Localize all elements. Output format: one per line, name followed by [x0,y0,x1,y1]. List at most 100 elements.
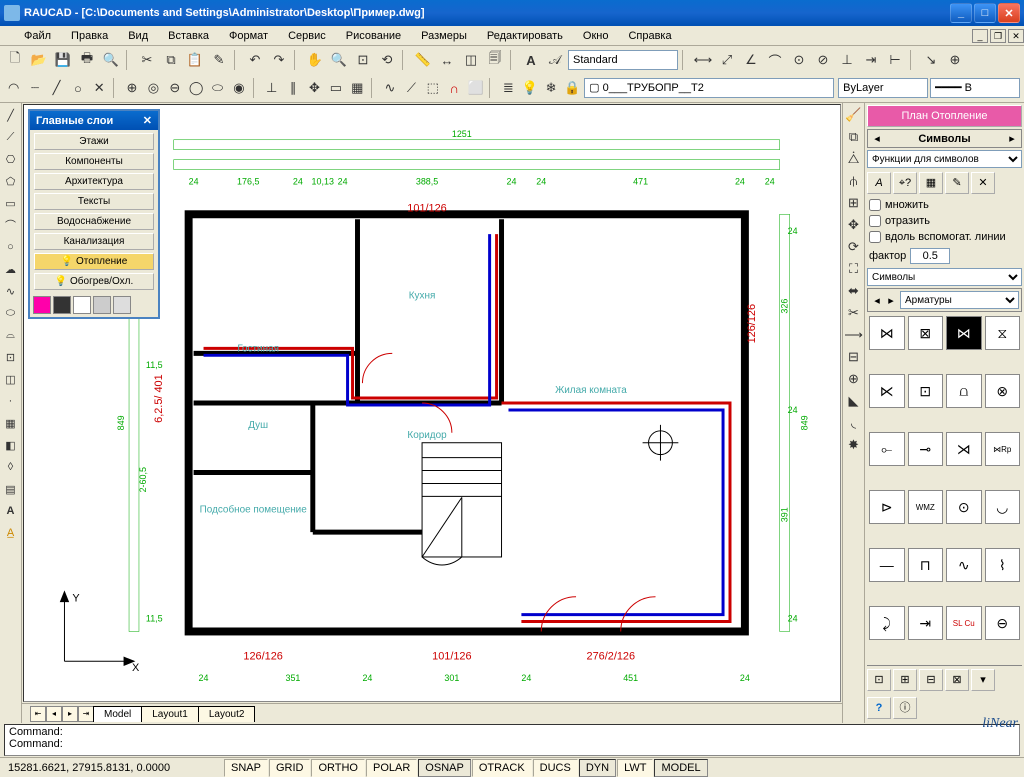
layer-btn-4[interactable]: Водоснабжение [34,213,154,230]
symbol-item[interactable]: ⋈ [946,316,982,350]
text-style-icon[interactable]: 𝒜 [544,49,566,71]
menu-edit[interactable]: Правка [65,28,114,44]
symbol-item[interactable]: ⊓ [908,548,944,582]
cut-icon[interactable]: ✂ [136,49,158,71]
rect-tool-icon[interactable]: ▭ [1,193,21,213]
ellipse-tool-icon[interactable]: ⬭ [1,303,21,323]
symbol-item[interactable]: ⊖ [985,606,1021,640]
copy-icon[interactable]: ⧉ [160,49,182,71]
mdi-close[interactable]: ✕ [1008,29,1024,43]
dim-align-icon[interactable]: ⤢ [716,49,738,71]
layer-btn-5[interactable]: Канализация [34,233,154,250]
menu-dims[interactable]: Размеры [415,28,473,44]
dim-ord-icon[interactable]: ⊥ [836,49,858,71]
perp-icon[interactable]: ⊥ [262,77,281,99]
symbol-item[interactable]: ⊠ [908,316,944,350]
mirror-icon[interactable]: ⧊ [844,149,864,169]
spline-icon[interactable]: ∿ [380,77,399,99]
mdi-min[interactable]: _ [972,29,988,43]
close-button[interactable]: ✕ [998,3,1020,23]
dim-rad-icon[interactable]: ⊙ [788,49,810,71]
layer-swatch[interactable] [73,296,91,314]
layers-panel[interactable]: Главные слои ✕ ЭтажиКомпонентыАрхитектур… [28,109,160,319]
line-icon[interactable]: ╱ [47,77,66,99]
layer-btn-7[interactable]: 💡 Обогрев/Охл. [34,273,154,290]
pan-icon[interactable]: ✋ [304,49,326,71]
erase-icon[interactable]: 🧹 [844,105,864,125]
symbol-item[interactable]: ⟜ [869,432,905,466]
magnet-icon[interactable]: ∩ [444,77,463,99]
chamfer-icon[interactable]: ◣ [844,391,864,411]
text-tool-icon[interactable]: A̲ [1,523,21,543]
hatch-tool-icon[interactable]: ▦ [1,413,21,433]
layers-icon[interactable]: ≣ [499,77,518,99]
xline-tool-icon[interactable]: ⟋ [1,127,21,147]
layer-btn-2[interactable]: Архитектура [34,173,154,190]
break-icon[interactable]: ⊟ [844,347,864,367]
layer-lock-icon[interactable]: 🔒 [563,77,582,99]
text-a-icon[interactable]: A [520,49,542,71]
save-icon[interactable]: 💾 [52,49,74,71]
delete-icon[interactable]: ✕ [971,172,995,194]
layer-select[interactable]: ▢ 0___ТРУБОПР__Т2 [584,78,834,98]
open-icon[interactable]: 📂 [28,49,50,71]
point-tool-icon[interactable]: · [1,391,21,411]
dim-dia-icon[interactable]: ⊘ [812,49,834,71]
explode-icon[interactable]: ✸ [844,435,864,455]
tab-model[interactable]: Model [93,706,142,722]
scale-icon[interactable]: ⛶ [844,259,864,279]
bottom-tool-2[interactable]: ⊞ [893,669,917,691]
symbol-item[interactable]: ⋊ [946,432,982,466]
new-icon[interactable]: 🗋 [4,49,26,71]
paste-icon[interactable]: 📋 [184,49,206,71]
tab-first-icon[interactable]: ⇤ [30,706,46,722]
linetype-select[interactable]: ━━━━ B [930,78,1020,98]
print-icon[interactable]: 🖶 [76,49,98,71]
help-icon[interactable]: ? [867,697,891,719]
move2-icon[interactable]: ✥ [844,215,864,235]
cursor-help-icon[interactable]: ⌖? [893,172,917,194]
dashed-icon[interactable]: ┈ [25,77,44,99]
dim-arc-icon[interactable]: ⌒ [764,49,786,71]
region-tool-icon[interactable]: ◊ [1,457,21,477]
tab-next-icon[interactable]: ▸ [62,706,78,722]
layers-panel-title[interactable]: Главные слои ✕ [30,111,158,130]
menu-insert[interactable]: Вставка [162,28,215,44]
trim-icon[interactable]: ✂ [844,303,864,323]
symbol-item[interactable]: SL Cu [946,606,982,640]
zoom-icon[interactable]: 🔍 [328,49,350,71]
ellipse-icon[interactable]: ⬭ [208,77,227,99]
hatch-icon[interactable]: ▦ [348,77,367,99]
polygon-tool-icon[interactable]: ⬠ [1,171,21,191]
clear-icon[interactable]: ⬜ [466,77,485,99]
menu-help[interactable]: Справка [622,28,677,44]
props-icon[interactable]: ✎ [208,49,230,71]
circle3-icon[interactable]: ◎ [144,77,163,99]
layer-btn-0[interactable]: Этажи [34,133,154,150]
menu-draw[interactable]: Рисование [340,28,407,44]
layer-swatch[interactable] [53,296,71,314]
armature-select[interactable]: Арматуры [900,291,1019,309]
layer-on-icon[interactable]: 💡 [520,77,539,99]
block-tool-icon[interactable]: ◫ [1,369,21,389]
symbol-item[interactable]: ⋈Rp [985,432,1021,466]
parallel-icon[interactable]: ∥ [283,77,302,99]
symbol-item[interactable]: — [869,548,905,582]
layer-freeze-icon[interactable]: ❄ [541,77,560,99]
tab-layout2[interactable]: Layout2 [198,706,256,722]
maximize-button[interactable]: □ [974,3,996,23]
preview-icon[interactable]: 🔍 [100,49,122,71]
command-line[interactable]: Command: Command: [4,724,1020,756]
dim-base-icon[interactable]: ⊢ [884,49,906,71]
menu-file[interactable]: Файл [18,28,57,44]
text-style-select[interactable]: Standard [568,50,678,70]
plan-button[interactable]: План Отопление [867,105,1022,127]
tab-prev-icon[interactable]: ◂ [46,706,62,722]
symbol-item[interactable]: ⩍ [946,374,982,408]
dim-cont-icon[interactable]: ⇥ [860,49,882,71]
bottom-tool-5[interactable]: ▾ [971,669,995,691]
symbol-item[interactable]: ⊳ [869,490,905,524]
symbol-item[interactable]: ◡ [985,490,1021,524]
symbol-item[interactable]: ⋉ [869,374,905,408]
array-icon[interactable]: ⊞ [844,193,864,213]
